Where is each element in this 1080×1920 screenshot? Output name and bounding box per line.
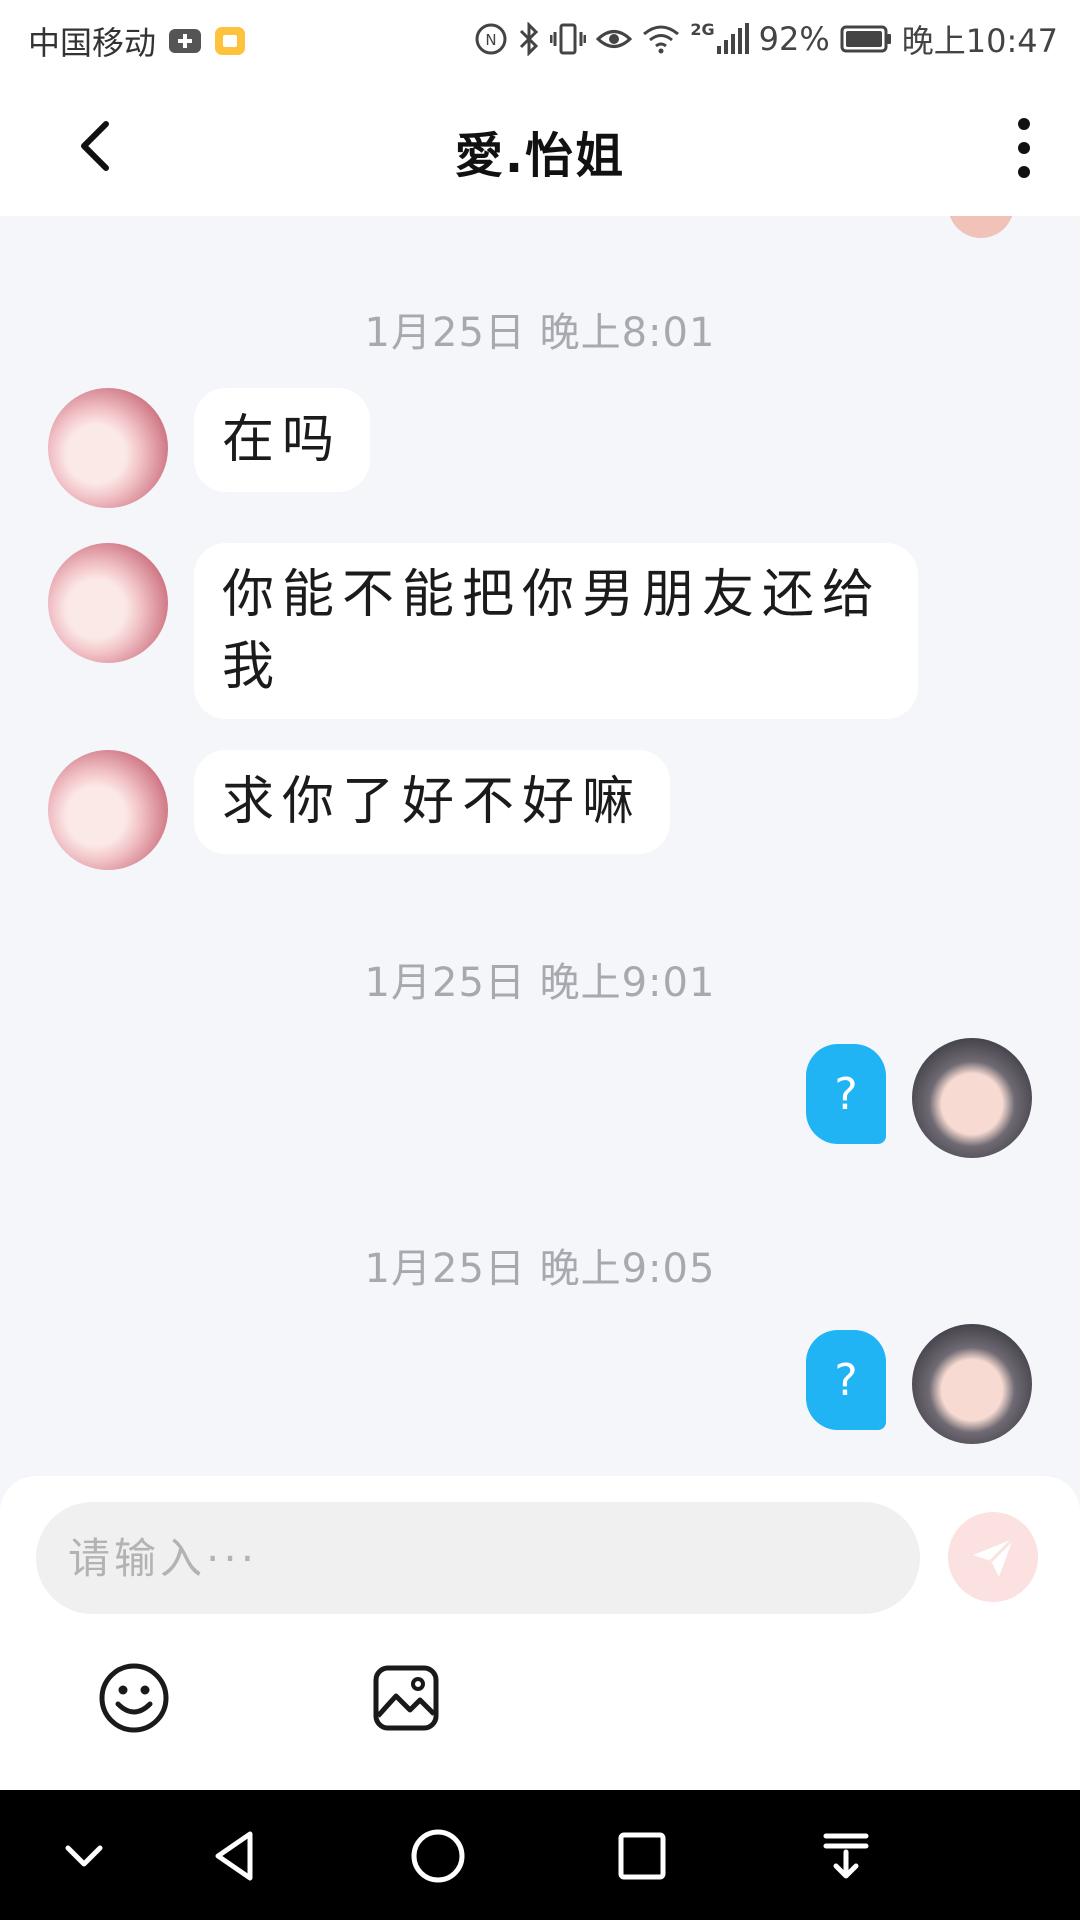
smiley-icon (99, 1663, 169, 1733)
send-button[interactable] (948, 1512, 1038, 1602)
outgoing-message-bubble[interactable]: ? (806, 1330, 886, 1430)
composer (0, 1476, 1080, 1790)
battery-percent: 92% (758, 20, 830, 58)
timestamp: 1月25日 晚上9:05 (364, 1246, 716, 1292)
avatar (948, 216, 1014, 238)
incoming-message-bubble[interactable]: 你能不能把你男朋友还给我 (194, 543, 918, 719)
more-options-button[interactable] (1004, 116, 1044, 180)
contact-avatar[interactable] (48, 750, 168, 870)
image-icon (373, 1665, 439, 1731)
page-title: 愛.怡姐 (454, 128, 626, 184)
circle-home-icon (411, 1829, 465, 1883)
pull-down-icon (823, 1833, 869, 1879)
emoji-button[interactable] (98, 1662, 170, 1734)
wifi-icon (642, 24, 680, 54)
bluetooth-icon (518, 22, 540, 56)
vibrate-icon (550, 22, 587, 56)
clock: 晚上10:47 (901, 22, 1058, 60)
cell-signal-icon: 2G (690, 20, 749, 56)
outgoing-message-bubble[interactable]: ? (806, 1044, 886, 1144)
timestamp: 1月25日 晚上9:01 (364, 960, 716, 1006)
svg-text:N: N (486, 31, 497, 49)
system-navigation-bar (0, 1790, 1080, 1920)
timestamp: 1月25日 晚上8:01 (364, 310, 716, 356)
chat-header: 愛.怡姐 (0, 76, 1080, 216)
eye-comfort-icon (596, 26, 633, 52)
incoming-message-bubble[interactable]: 在吗 (194, 388, 371, 492)
message-input[interactable] (36, 1502, 920, 1614)
more-vertical-icon (1018, 118, 1030, 178)
triangle-back-icon (215, 1831, 253, 1881)
contact-avatar[interactable] (48, 543, 168, 663)
status-bar: 中国移动 N 2G 92% 晚上10:47 (0, 0, 1080, 76)
nav-hide-button[interactable] (52, 1824, 116, 1888)
nfc-icon: N (474, 22, 508, 56)
app-notification-icon (214, 26, 246, 56)
health-app-icon (168, 28, 202, 54)
nav-notifications-button[interactable] (814, 1824, 878, 1888)
contact-avatar[interactable] (48, 388, 168, 508)
network-type: 2G (690, 20, 715, 39)
paper-plane-icon (973, 1537, 1015, 1577)
chevron-down-icon (65, 1845, 103, 1867)
square-recents-icon (618, 1832, 666, 1880)
battery-icon (840, 25, 892, 53)
message-list[interactable]: 1月25日 晚上8:01 在吗 你能不能把你男朋友还给我 求你了好不好嘛 1月2… (0, 216, 1080, 1476)
carrier-name: 中国移动 (28, 24, 157, 62)
image-button[interactable] (370, 1662, 442, 1734)
my-avatar[interactable] (912, 1038, 1032, 1158)
nav-home-button[interactable] (406, 1824, 470, 1888)
nav-back-button[interactable] (204, 1824, 268, 1888)
incoming-message-bubble[interactable]: 求你了好不好嘛 (194, 750, 671, 854)
nav-recents-button[interactable] (610, 1824, 674, 1888)
my-avatar[interactable] (912, 1324, 1032, 1444)
